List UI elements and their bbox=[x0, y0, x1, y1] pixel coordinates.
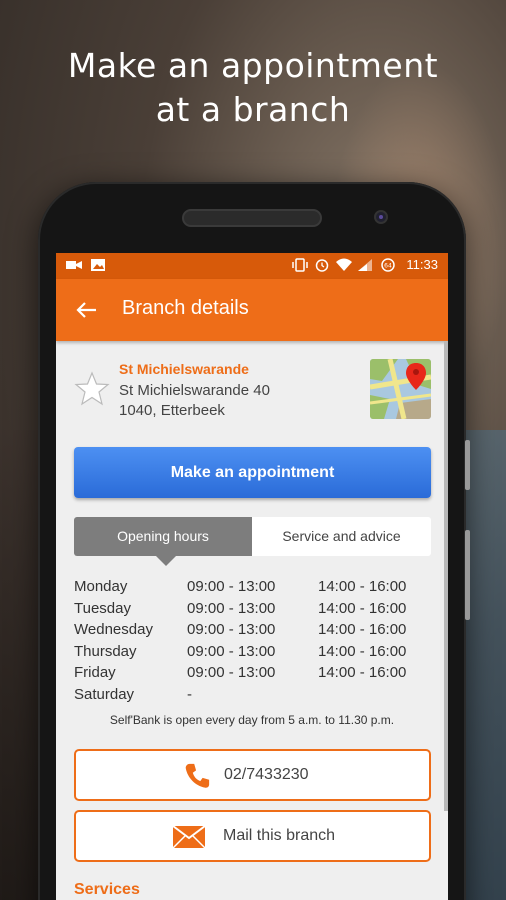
hours-row-friday: Friday 09:00 - 13:00 14:00 - 16:00 bbox=[74, 664, 434, 686]
status-bar: 64 11:33 bbox=[56, 253, 448, 279]
hours-afternoon: 14:00 - 16:00 bbox=[318, 621, 407, 638]
tab-service-and-advice[interactable]: Service and advice bbox=[252, 517, 431, 556]
headline-line-2: at a branch bbox=[155, 90, 351, 129]
hours-afternoon: 14:00 - 16:00 bbox=[318, 642, 407, 660]
hours-morning: - bbox=[187, 685, 192, 703]
phone-speaker bbox=[182, 209, 322, 227]
wifi-icon bbox=[336, 258, 353, 271]
hours-day: Saturday bbox=[74, 685, 135, 703]
hours-afternoon: 14:00 - 16:00 bbox=[318, 578, 407, 595]
phone-side-button bbox=[465, 530, 470, 620]
phone-camera bbox=[374, 210, 388, 224]
opening-hours-table: Monday 09:00 - 13:00 14:00 - 16:00 Tuesd… bbox=[74, 578, 434, 707]
hours-morning: 09:00 - 13:00 bbox=[187, 621, 276, 638]
phone-icon bbox=[185, 763, 210, 788]
call-branch-button[interactable]: 02/7433230 bbox=[74, 749, 431, 801]
map-thumbnail[interactable] bbox=[370, 359, 431, 419]
vibrate-icon bbox=[292, 257, 309, 272]
svg-text:64: 64 bbox=[385, 262, 393, 269]
promo-headline: Make an appointment at a branch bbox=[0, 44, 506, 132]
hours-day: Thursday bbox=[74, 642, 137, 660]
hours-day: Friday bbox=[74, 664, 116, 681]
call-button-label: 02/7433230 bbox=[224, 766, 309, 783]
hours-afternoon: 14:00 - 16:00 bbox=[318, 599, 407, 617]
signal-icon bbox=[358, 258, 373, 271]
arrow-left-icon[interactable] bbox=[74, 297, 100, 323]
status-time: 11:33 bbox=[406, 257, 438, 272]
branch-address-line1: St Michielswarande 40 bbox=[119, 382, 270, 399]
scrollbar[interactable] bbox=[444, 341, 448, 811]
star-outline-icon[interactable] bbox=[74, 371, 110, 407]
mail-button-label: Mail this branch bbox=[223, 827, 336, 844]
app-bar: Branch details bbox=[56, 279, 448, 341]
hours-morning: 09:00 - 13:00 bbox=[187, 642, 276, 660]
video-icon bbox=[66, 261, 82, 269]
page-title: Branch details bbox=[122, 297, 249, 319]
phone-screen: 64 11:33 Branch details St Michielswaran… bbox=[56, 253, 448, 900]
tab-opening-hours[interactable]: Opening hours bbox=[74, 517, 252, 566]
branch-name: St Michielswarande bbox=[119, 361, 249, 377]
tab-bar: Opening hours Service and advice bbox=[74, 517, 431, 566]
hours-morning: 09:00 - 13:00 bbox=[187, 664, 276, 681]
mail-branch-button[interactable]: Mail this branch bbox=[74, 810, 431, 862]
branch-details-content: St Michielswarande St Michielswarande 40… bbox=[56, 341, 448, 900]
headline-line-1: Make an appointment bbox=[67, 46, 439, 85]
battery-icon: 64 bbox=[381, 257, 396, 272]
hours-morning: 09:00 - 13:00 bbox=[187, 599, 276, 617]
hours-day: Monday bbox=[74, 578, 128, 595]
hours-morning: 09:00 - 13:00 bbox=[187, 578, 276, 595]
selfbank-note: Self'Bank is open every day from 5 a.m. … bbox=[109, 713, 395, 727]
hours-row-wednesday: Wednesday 09:00 - 13:00 14:00 - 16:00 bbox=[74, 621, 434, 643]
alarm-icon bbox=[316, 258, 329, 272]
hours-day: Tuesday bbox=[74, 599, 131, 617]
hours-day: Wednesday bbox=[74, 621, 153, 638]
hours-row-monday: Monday 09:00 - 13:00 14:00 - 16:00 bbox=[74, 578, 434, 600]
hours-row-thursday: Thursday 09:00 - 13:00 14:00 - 16:00 bbox=[74, 643, 434, 665]
envelope-icon bbox=[172, 825, 206, 849]
hours-afternoon: 14:00 - 16:00 bbox=[318, 664, 407, 681]
services-section-title: Services bbox=[74, 881, 140, 898]
image-icon bbox=[91, 259, 105, 271]
hours-row-tuesday: Tuesday 09:00 - 13:00 14:00 - 16:00 bbox=[74, 600, 434, 622]
phone-side-button bbox=[465, 440, 470, 490]
branch-address-line2: 1040, Etterbeek bbox=[119, 402, 225, 419]
make-appointment-button[interactable]: Make an appointment bbox=[74, 447, 431, 498]
hours-row-saturday: Saturday - bbox=[74, 686, 434, 708]
